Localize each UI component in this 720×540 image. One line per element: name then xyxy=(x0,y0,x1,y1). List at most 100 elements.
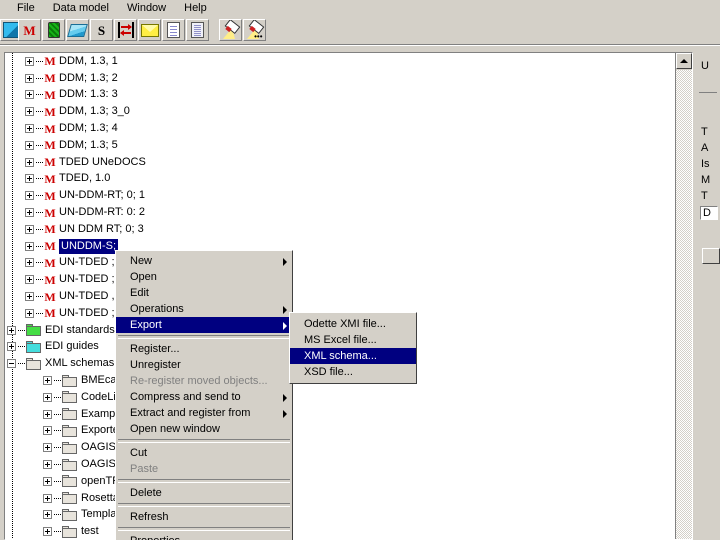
tree-item[interactable]: CodeList xyxy=(5,389,675,406)
report-icon-button[interactable] xyxy=(186,19,209,41)
books-icon-button[interactable] xyxy=(66,19,89,41)
context-menu-item-label: Paste xyxy=(130,463,159,475)
export-submenu-item[interactable]: XSD file... xyxy=(290,364,416,380)
mail-icon-button[interactable] xyxy=(138,19,161,41)
document-icon-button[interactable] xyxy=(162,19,185,41)
expand-plus-icon[interactable] xyxy=(7,325,16,335)
tree-item[interactable]: M DDM: 1.3: 3 xyxy=(5,87,675,104)
tree-item[interactable]: M UN DDM RT; 0; 3 xyxy=(5,221,675,238)
menu-data-model[interactable]: Data model xyxy=(44,0,118,16)
context-menu-item[interactable]: Refresh xyxy=(116,509,292,525)
context-menu-item[interactable]: Properties xyxy=(116,533,292,540)
schema-s-icon-button[interactable]: S xyxy=(90,19,113,41)
menu-window[interactable]: Window xyxy=(118,0,175,16)
database-can-icon xyxy=(47,22,60,38)
expand-plus-icon[interactable] xyxy=(25,292,34,302)
tree-item[interactable]: M DDM, 1.3; 3_0 xyxy=(5,103,675,120)
tree-item[interactable]: M UN-DDM-RT: 0: 2 xyxy=(5,204,675,221)
tree-item[interactable]: openTRAN xyxy=(5,473,675,490)
context-menu-item[interactable]: Open xyxy=(116,269,292,285)
context-menu-item[interactable]: Operations xyxy=(116,301,292,317)
expand-plus-icon[interactable] xyxy=(25,258,34,268)
tree-item[interactable]: M UNDDM-S; xyxy=(5,238,675,255)
context-menu-item[interactable]: Extract and register from xyxy=(116,405,292,421)
expand-plus-icon[interactable] xyxy=(43,392,52,402)
expand-plus-icon[interactable] xyxy=(43,376,52,386)
expand-plus-icon[interactable] xyxy=(25,56,34,66)
expand-plus-icon[interactable] xyxy=(25,140,34,150)
expand-plus-icon[interactable] xyxy=(43,493,52,503)
expand-plus-icon[interactable] xyxy=(25,275,34,285)
context-menu-item[interactable]: Export xyxy=(116,317,292,333)
context-menu-item-label: Open xyxy=(130,271,157,283)
tree-list[interactable]: M DDM, 1.3, 1 M DDM; 1.3; 2 M DDM: 1.3: 3 M DDM… xyxy=(5,53,675,539)
tree-item[interactable]: OAGIS8.0 xyxy=(5,456,675,473)
search-light-options-icon-button[interactable]: ••• xyxy=(243,19,266,41)
expand-plus-icon[interactable] xyxy=(25,124,34,134)
export-submenu[interactable]: Odette XMI file... MS Excel file... XML sc… xyxy=(289,312,417,384)
expand-plus-icon[interactable] xyxy=(25,208,34,218)
tree-item[interactable]: test xyxy=(5,523,675,539)
tree-item[interactable]: M UN-TDED ; xyxy=(5,255,675,272)
context-menu-item[interactable]: Open new window xyxy=(116,421,292,437)
expand-plus-icon[interactable] xyxy=(43,426,52,436)
expand-plus-icon[interactable] xyxy=(43,409,52,419)
properties-text-field[interactable]: D xyxy=(700,206,718,220)
context-menu[interactable]: New Open Edit Operations Export Register... Un… xyxy=(115,250,293,540)
tree-item[interactable]: M DDM; 1.3; 4 xyxy=(5,120,675,137)
tree-item[interactable]: Templates xyxy=(5,507,675,524)
scroll-up-button[interactable] xyxy=(676,53,692,69)
database-can-icon-button[interactable] xyxy=(42,19,65,41)
expand-plus-icon[interactable] xyxy=(25,157,34,167)
tree-item[interactable]: M UN-TDED ; xyxy=(5,271,675,288)
tree-vertical-scrollbar[interactable] xyxy=(675,53,692,539)
tree-item-label: UN-TDED ; xyxy=(59,273,115,286)
expand-plus-icon[interactable] xyxy=(25,174,34,184)
expand-plus-icon[interactable] xyxy=(25,73,34,83)
tree-item[interactable]: Examples xyxy=(5,406,675,423)
tree-item[interactable]: M DDM; 1.3; 2 xyxy=(5,70,675,87)
export-submenu-item[interactable]: Odette XMI file... xyxy=(290,316,416,332)
search-light-icon-button[interactable] xyxy=(219,19,242,41)
tree-connector xyxy=(54,430,61,432)
context-menu-item[interactable]: Compress and send to xyxy=(116,389,292,405)
context-menu-item[interactable]: Unregister xyxy=(116,357,292,373)
scrollbar-track[interactable] xyxy=(676,70,692,539)
context-menu-item[interactable]: Cut xyxy=(116,445,292,461)
tree-item[interactable]: M DDM, 1.3, 1 xyxy=(5,53,675,70)
context-menu-item[interactable]: Delete xyxy=(116,485,292,501)
menu-file[interactable]: File xyxy=(8,0,44,16)
properties-line-6: T xyxy=(701,190,708,202)
expand-plus-icon[interactable] xyxy=(43,443,52,453)
tree-item[interactable]: M UN-DDM-RT; 0; 1 xyxy=(5,187,675,204)
expand-plus-icon[interactable] xyxy=(7,342,16,352)
properties-button[interactable] xyxy=(702,248,720,264)
expand-plus-icon[interactable] xyxy=(25,191,34,201)
expand-plus-icon[interactable] xyxy=(43,460,52,470)
model-m-icon-button[interactable]: M xyxy=(18,19,41,41)
expand-plus-icon[interactable] xyxy=(25,308,34,318)
export-submenu-item[interactable]: MS Excel file... xyxy=(290,332,416,348)
expand-plus-icon[interactable] xyxy=(25,224,34,234)
tree-item[interactable]: OAGIS xyxy=(5,439,675,456)
tree-item[interactable]: M DDM; 1.3; 5 xyxy=(5,137,675,154)
tree-item[interactable]: Exported do xyxy=(5,423,675,440)
collapse-minus-icon[interactable] xyxy=(7,359,16,369)
menu-help[interactable]: Help xyxy=(175,0,216,16)
expand-plus-icon[interactable] xyxy=(43,476,52,486)
tree-item[interactable]: M UN-TDED , xyxy=(5,288,675,305)
context-menu-item[interactable]: New xyxy=(116,253,292,269)
tree-item[interactable]: RosettaNet xyxy=(5,490,675,507)
expand-plus-icon[interactable] xyxy=(43,510,52,520)
tree-item[interactable]: M TDED, 1.0 xyxy=(5,171,675,188)
expand-plus-icon[interactable] xyxy=(25,107,34,117)
expand-plus-icon[interactable] xyxy=(43,527,52,537)
expand-plus-icon[interactable] xyxy=(25,90,34,100)
context-menu-item[interactable]: Register... xyxy=(116,341,292,357)
context-menu-item[interactable]: Edit xyxy=(116,285,292,301)
export-submenu-item[interactable]: XML schema... xyxy=(290,348,416,364)
expand-plus-icon[interactable] xyxy=(25,241,34,251)
tree-item[interactable]: M TDED UNeDOCS xyxy=(5,154,675,171)
folder-gray-icon xyxy=(62,458,77,471)
exchange-arrows-icon-button[interactable] xyxy=(114,19,137,41)
